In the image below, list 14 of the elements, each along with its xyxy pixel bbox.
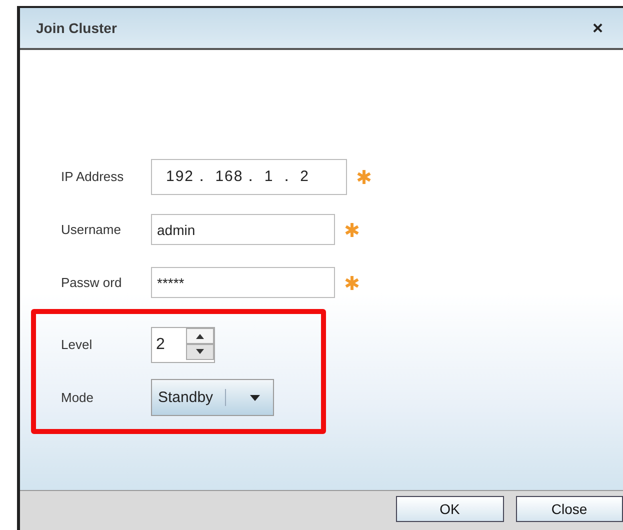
ok-button[interactable]: OK [396, 496, 504, 522]
input-field[interactable]: ***** [151, 267, 335, 298]
field-label: Username [61, 222, 122, 237]
window-title: Join Cluster [36, 20, 117, 36]
caret-icon [249, 394, 261, 402]
close-button[interactable]: × [592, 18, 603, 38]
close-dialog-button[interactable]: Close [516, 496, 623, 522]
mode-dropdown[interactable]: Standby [151, 379, 274, 416]
input-field[interactable]: admin [151, 214, 335, 245]
field-label: Level [61, 337, 94, 352]
field-label: Mode [61, 390, 95, 405]
field-label: IP Address [61, 169, 125, 184]
field-label: Passw ord [61, 275, 123, 290]
input-field[interactable]: 192． 168． 1 ． 2 [151, 158, 347, 194]
